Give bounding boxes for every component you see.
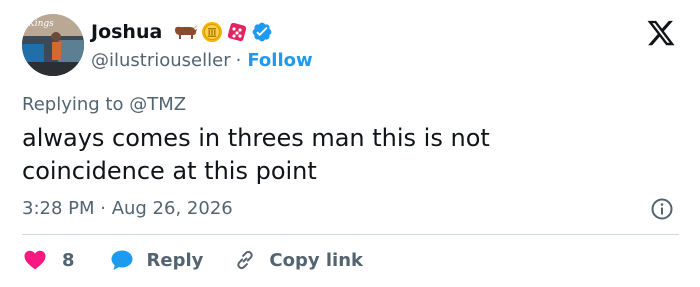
display-name[interactable]: Joshua bbox=[91, 18, 162, 46]
copy-link-label: Copy link bbox=[269, 249, 363, 271]
follow-button[interactable]: Follow bbox=[247, 50, 312, 71]
tweet-timestamp[interactable]: 3:28 PM · Aug 26, 2026 bbox=[22, 196, 233, 222]
replying-mention[interactable]: @TMZ bbox=[129, 94, 186, 115]
avatar-text: Kings bbox=[27, 19, 54, 29]
tweet-text: always comes in threes man this is not c… bbox=[22, 122, 662, 188]
user-handle[interactable]: @ilustriouseller bbox=[91, 50, 231, 71]
like-count: 8 bbox=[62, 249, 75, 271]
replying-prefix: Replying to bbox=[22, 94, 124, 115]
avatar[interactable]: Kings bbox=[22, 14, 84, 76]
coin-icon bbox=[202, 22, 223, 42]
bull-icon bbox=[175, 25, 198, 39]
link-icon bbox=[237, 250, 254, 270]
dice-icon bbox=[228, 22, 247, 42]
divider bbox=[22, 234, 679, 235]
separator-dot: · bbox=[235, 49, 242, 71]
info-icon[interactable] bbox=[650, 197, 674, 221]
tweet-text-line: always comes in threes man this is not bbox=[22, 124, 490, 152]
action-bar: 8 Reply Copy link bbox=[22, 245, 363, 275]
x-logo-icon[interactable] bbox=[645, 18, 677, 48]
reply-label: Reply bbox=[146, 249, 204, 271]
tweet-text-line: coincidence at this point bbox=[22, 157, 317, 185]
heart-icon bbox=[24, 250, 46, 270]
like-button[interactable]: 8 bbox=[22, 248, 75, 272]
reply-bubble-icon bbox=[111, 250, 133, 270]
handle-row: @ilustriouseller · Follow bbox=[91, 47, 313, 73]
reply-button[interactable]: Reply bbox=[109, 248, 204, 272]
badges bbox=[172, 21, 273, 43]
replying-to: Replying to @TMZ bbox=[22, 93, 186, 117]
name-row: Joshua bbox=[91, 18, 273, 46]
copy-link-button[interactable]: Copy link bbox=[233, 248, 363, 272]
verified-icon bbox=[252, 22, 272, 42]
